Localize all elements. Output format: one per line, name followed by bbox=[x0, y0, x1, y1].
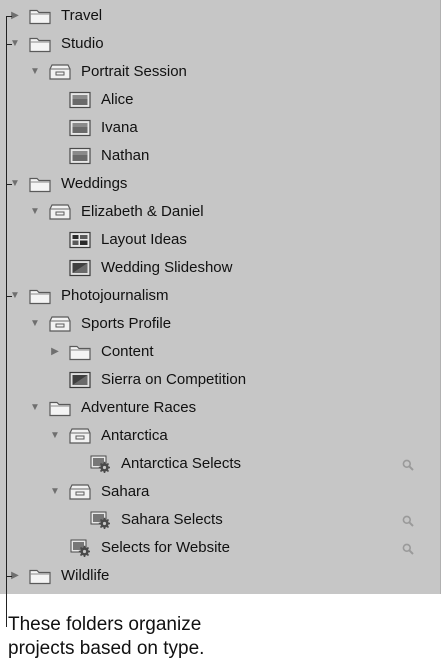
library-item-label: Travel bbox=[61, 7, 103, 24]
slideshow-icon bbox=[69, 371, 91, 389]
library-item-selects-for-website[interactable]: Selects for Website bbox=[0, 534, 440, 562]
library-panel: ▶ Travel ▼ Studio ▼ Portrait Session Alice Ivan… bbox=[0, 0, 441, 594]
library-item-label: Sports Profile bbox=[81, 315, 172, 332]
project-icon bbox=[69, 427, 91, 445]
library-item-sahara-selects[interactable]: Sahara Selects bbox=[0, 506, 440, 534]
project-icon bbox=[49, 63, 71, 81]
search-icon[interactable] bbox=[402, 458, 414, 471]
library-item-wildlife[interactable]: ▶ Wildlife bbox=[0, 562, 440, 590]
project-icon bbox=[49, 203, 71, 221]
callout-tick bbox=[6, 16, 12, 17]
callout-tick bbox=[6, 44, 12, 45]
library-item-label: Adventure Races bbox=[81, 399, 197, 416]
album-icon bbox=[69, 119, 91, 137]
book-layout-icon bbox=[69, 231, 91, 249]
smart-album-icon bbox=[89, 511, 111, 529]
library-item-label: Alice bbox=[101, 91, 134, 108]
project-icon bbox=[69, 483, 91, 501]
disclosure-expanded-icon[interactable]: ▼ bbox=[30, 319, 40, 329]
library-item-label: Portrait Session bbox=[81, 63, 187, 80]
library-item-label: Ivana bbox=[101, 119, 138, 136]
smart-album-icon bbox=[89, 455, 111, 473]
callout-bracket bbox=[6, 16, 7, 627]
disclosure-expanded-icon[interactable]: ▼ bbox=[50, 487, 60, 497]
callout-tick bbox=[6, 184, 12, 185]
library-item-portrait-session[interactable]: ▼ Portrait Session bbox=[0, 58, 440, 86]
disclosure-expanded-icon[interactable]: ▼ bbox=[30, 207, 40, 217]
library-item-sports-profile[interactable]: ▼ Sports Profile bbox=[0, 310, 440, 338]
library-item-label: Selects for Website bbox=[101, 539, 230, 556]
callout-caption: These folders organize projects based on… bbox=[8, 613, 204, 661]
library-item-elizabeth-daniel[interactable]: ▼ Elizabeth & Daniel bbox=[0, 198, 440, 226]
folder-icon bbox=[29, 175, 51, 193]
library-item-alice[interactable]: Alice bbox=[0, 86, 440, 114]
library-item-label: Content bbox=[101, 343, 154, 360]
callout-tick bbox=[6, 576, 12, 577]
library-item-content[interactable]: ▶ Content bbox=[0, 338, 440, 366]
disclosure-collapsed-icon[interactable]: ▶ bbox=[50, 347, 60, 357]
library-item-label: Sierra on Competition bbox=[101, 371, 247, 388]
disclosure-expanded-icon[interactable]: ▼ bbox=[30, 67, 40, 77]
library-item-label: Sahara bbox=[101, 483, 150, 500]
album-icon bbox=[69, 91, 91, 109]
callout-tick bbox=[6, 296, 12, 297]
callout-line-1: These folders organize bbox=[8, 614, 202, 635]
library-item-label: Studio bbox=[61, 35, 104, 52]
folder-icon bbox=[29, 35, 51, 53]
disclosure-expanded-icon[interactable]: ▼ bbox=[30, 403, 40, 413]
folder-icon bbox=[29, 287, 51, 305]
library-item-label: Wedding Slideshow bbox=[101, 259, 233, 276]
library-item-antarctica-selects[interactable]: Antarctica Selects bbox=[0, 450, 440, 478]
library-item-label: Sahara Selects bbox=[121, 511, 223, 528]
disclosure-expanded-icon[interactable]: ▼ bbox=[50, 431, 60, 441]
library-item-label: Photojournalism bbox=[61, 287, 169, 304]
library-item-sahara[interactable]: ▼ Sahara bbox=[0, 478, 440, 506]
library-item-label: Nathan bbox=[101, 147, 150, 164]
folder-icon bbox=[49, 399, 71, 417]
search-icon[interactable] bbox=[402, 514, 414, 527]
folder-icon bbox=[29, 567, 51, 585]
library-item-photojournalism[interactable]: ▼ Photojournalism bbox=[0, 282, 440, 310]
slideshow-icon bbox=[69, 259, 91, 277]
folder-icon bbox=[29, 7, 51, 25]
callout-line-2: projects based on type. bbox=[8, 638, 205, 659]
library-item-antarctica[interactable]: ▼ Antarctica bbox=[0, 422, 440, 450]
folder-icon bbox=[69, 343, 91, 361]
library-item-travel[interactable]: ▶ Travel bbox=[0, 2, 440, 30]
search-icon[interactable] bbox=[402, 542, 414, 555]
library-item-sierra-on-competition[interactable]: Sierra on Competition bbox=[0, 366, 440, 394]
project-icon bbox=[49, 315, 71, 333]
library-item-adventure-races[interactable]: ▼ Adventure Races bbox=[0, 394, 440, 422]
library-item-label: Layout Ideas bbox=[101, 231, 187, 248]
library-item-nathan[interactable]: Nathan bbox=[0, 142, 440, 170]
library-item-label: Weddings bbox=[61, 175, 128, 192]
library-item-studio[interactable]: ▼ Studio bbox=[0, 30, 440, 58]
library-item-wedding-slideshow[interactable]: Wedding Slideshow bbox=[0, 254, 440, 282]
library-item-label: Wildlife bbox=[61, 567, 110, 584]
library-item-label: Antarctica bbox=[101, 427, 168, 444]
album-icon bbox=[69, 147, 91, 165]
smart-album-icon bbox=[69, 539, 91, 557]
library-item-layout-ideas[interactable]: Layout Ideas bbox=[0, 226, 440, 254]
library-item-ivana[interactable]: Ivana bbox=[0, 114, 440, 142]
library-item-label: Antarctica Selects bbox=[121, 455, 242, 472]
library-item-weddings[interactable]: ▼ Weddings bbox=[0, 170, 440, 198]
library-item-label: Elizabeth & Daniel bbox=[81, 203, 204, 220]
